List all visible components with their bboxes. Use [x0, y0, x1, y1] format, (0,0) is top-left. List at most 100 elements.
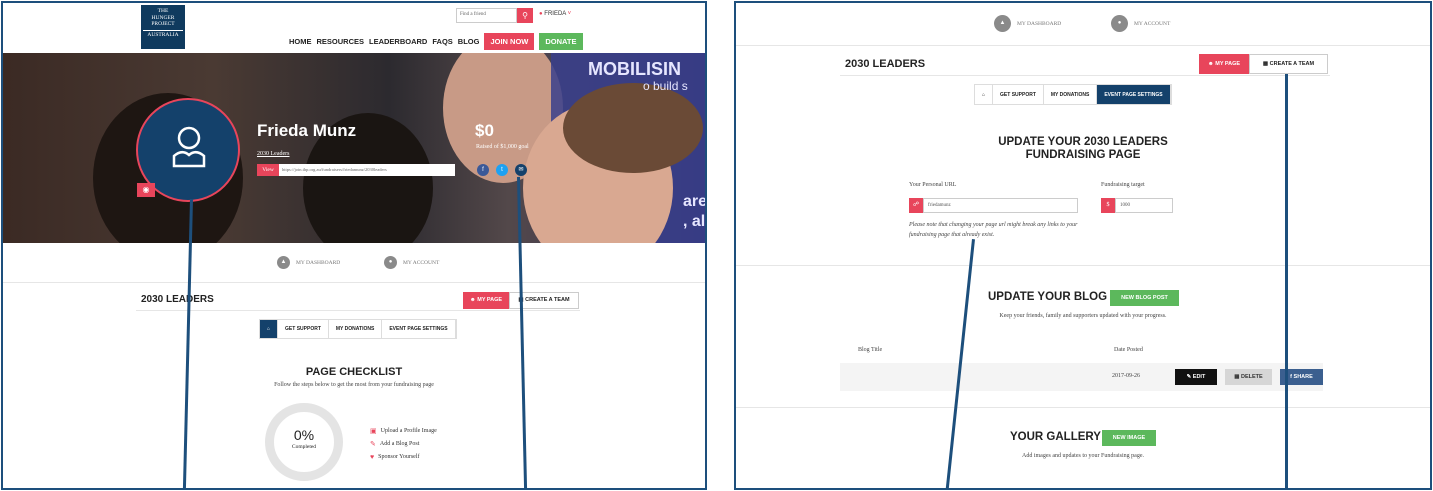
user-icon: ●	[539, 11, 543, 17]
create-team-button[interactable]: ▩ CREATE A TEAM	[1249, 54, 1328, 74]
link-icon: ☍	[909, 198, 923, 213]
account-icon: ●	[1111, 15, 1128, 32]
checklist-item-sponsor[interactable]: ♥ Sponsor Yourself	[370, 453, 420, 461]
edit-icon: ✎	[1186, 374, 1192, 380]
fundraising-target-input[interactable]: 1000	[1115, 198, 1173, 213]
banner-text: MOBILISIN	[588, 59, 681, 79]
checklist-item-upload[interactable]: ▣ Upload a Profile Image	[370, 427, 437, 435]
chevron-down-icon: ˅	[567, 11, 572, 17]
home-icon-tab[interactable]: ⌂	[975, 85, 994, 104]
trash-icon: ▦	[1234, 374, 1240, 380]
new-blog-post-button[interactable]: NEW BLOG POST	[1110, 290, 1179, 306]
dashboard-icon: ▲	[994, 15, 1011, 32]
user-icon: ☻	[469, 297, 476, 303]
progress-label: Completed	[291, 444, 317, 450]
search-icon[interactable]: ⚲	[517, 8, 533, 23]
right-screenshot-panel: ▲ MY DASHBOARD ● MY ACCOUNT 2030 LEADERS…	[734, 1, 1432, 490]
banner-text: are	[683, 193, 705, 210]
divider	[3, 282, 705, 283]
my-account-label: MY ACCOUNT	[403, 259, 440, 266]
nav-resources[interactable]: RESOURCES	[317, 37, 365, 46]
my-page-button[interactable]: ☻ MY PAGE	[1199, 54, 1249, 74]
delete-button[interactable]: ▦ DELETE	[1225, 369, 1272, 385]
checklist-item-label: Upload a Profile Image	[380, 428, 437, 434]
nav-blog[interactable]: BLOG	[458, 37, 480, 46]
personal-url-input[interactable]: friedamunz	[923, 198, 1078, 213]
raised-amount: $0	[475, 121, 494, 140]
tab-my-donations[interactable]: MY DONATIONS	[1044, 85, 1098, 104]
left-screenshot-panel: THE HUNGER PROJECT AUSTRALIA Find a frie…	[1, 1, 707, 490]
blog-subtitle: Keep your friends, family and supporters…	[999, 313, 1167, 319]
checklist-item-label: Sponsor Yourself	[378, 454, 420, 460]
share-label: SHARE	[1293, 374, 1313, 380]
team-link[interactable]: 2030 Leaders	[257, 151, 290, 157]
tab-event-page-settings[interactable]: EVENT PAGE SETTINGS	[382, 320, 456, 338]
raised-goal-text: Raised of $1,000 goal	[476, 144, 529, 150]
user-menu[interactable]: ● FRIEDA ˅	[539, 11, 571, 17]
tab-get-support[interactable]: GET SUPPORT	[993, 85, 1044, 104]
tab-event-page-settings[interactable]: EVENT PAGE SETTINGS	[1097, 85, 1171, 104]
divider	[840, 75, 1330, 76]
my-dashboard-label: MY DASHBOARD	[1017, 20, 1062, 27]
edit-label: EDIT	[1192, 374, 1206, 380]
fundraising-target-label: Fundraising target	[1101, 182, 1145, 188]
edit-icon: ✎	[370, 440, 376, 448]
section-title: 2030 LEADERS	[845, 58, 926, 70]
edit-button[interactable]: ✎ EDIT	[1175, 369, 1217, 385]
delete-label: DELETE	[1241, 374, 1263, 380]
camera-icon[interactable]: ◉	[137, 183, 155, 197]
nav-home[interactable]: HOME	[289, 37, 312, 46]
new-image-button[interactable]: NEW IMAGE	[1102, 430, 1156, 446]
update-blog-title: UPDATE YOUR BLOG	[988, 291, 1108, 303]
home-icon-tab[interactable]: ⌂	[260, 320, 279, 338]
tab-get-support[interactable]: GET SUPPORT	[278, 320, 329, 338]
create-team-label: CREATE A TEAM	[1269, 61, 1315, 67]
logo-line: PROJECT	[151, 21, 175, 27]
my-account-link[interactable]: ● MY ACCOUNT	[384, 256, 439, 269]
progress-percent: 0%	[293, 427, 315, 443]
nav-leaderboard[interactable]: LEADERBOARD	[369, 37, 427, 46]
page-url-field[interactable]: https://join.thp.org.au/fundraisers/frie…	[279, 164, 455, 176]
user-icon: ☻	[1207, 61, 1214, 67]
page-tabs: ⌂ GET SUPPORT MY DONATIONS EVENT PAGE SE…	[974, 84, 1172, 105]
profile-name: Frieda Munz	[257, 121, 357, 140]
donate-button[interactable]: DONATE	[539, 33, 583, 50]
checklist-item-blog[interactable]: ✎ Add a Blog Post	[370, 440, 419, 448]
hero-photo-shape	[563, 83, 703, 173]
update-page-title-line2: FUNDRAISING PAGE	[1025, 149, 1141, 161]
my-dashboard-label: MY DASHBOARD	[296, 259, 341, 266]
dollar-icon: $	[1101, 198, 1115, 213]
my-account-label: MY ACCOUNT	[1134, 20, 1171, 27]
banner-text: , all	[683, 213, 705, 230]
join-now-button[interactable]: JOIN NOW	[484, 33, 535, 50]
facebook-icon[interactable]: f	[477, 164, 489, 176]
gallery-title: YOUR GALLERY	[1010, 431, 1101, 443]
checklist-subtitle: Follow the steps below to get the most f…	[274, 382, 434, 388]
twitter-icon[interactable]: t	[496, 164, 508, 176]
my-dashboard-link[interactable]: ▲ MY DASHBOARD	[994, 15, 1061, 32]
blog-row-date: 2017-09-26	[1112, 373, 1140, 379]
page-tabs: ⌂ GET SUPPORT MY DONATIONS EVENT PAGE SE…	[259, 319, 457, 339]
email-icon[interactable]: ✉	[515, 164, 527, 176]
update-page-title: UPDATE YOUR 2030 LEADERS	[998, 136, 1168, 148]
main-nav: HOME RESOURCES LEADERBOARD FAQS BLOG JOI…	[289, 33, 583, 50]
checklist-title: PAGE CHECKLIST	[305, 366, 403, 378]
divider	[736, 407, 1430, 408]
my-dashboard-link[interactable]: ▲ MY DASHBOARD	[277, 256, 340, 269]
view-page-button[interactable]: View	[257, 164, 279, 176]
blog-title-column-header: Blog Title	[858, 347, 883, 353]
find-friend-input[interactable]: Find a friend	[456, 8, 517, 23]
team-icon: ▩	[1262, 61, 1269, 67]
divider	[736, 265, 1430, 266]
my-account-link[interactable]: ● MY ACCOUNT	[1111, 15, 1170, 32]
user-name: FRIEDA	[544, 11, 566, 17]
nav-faqs[interactable]: FAQS	[432, 37, 452, 46]
account-icon: ●	[384, 256, 397, 269]
my-page-button[interactable]: ☻ MY PAGE	[463, 292, 509, 309]
tab-my-donations[interactable]: MY DONATIONS	[329, 320, 383, 338]
create-team-label: CREATE A TEAM	[525, 297, 570, 303]
my-page-label: MY PAGE	[477, 297, 503, 303]
hunger-project-logo[interactable]: THE HUNGER PROJECT AUSTRALIA	[141, 5, 185, 49]
date-posted-column-header: Date Posted	[1114, 347, 1143, 353]
personal-url-label: Your Personal URL	[909, 182, 957, 188]
